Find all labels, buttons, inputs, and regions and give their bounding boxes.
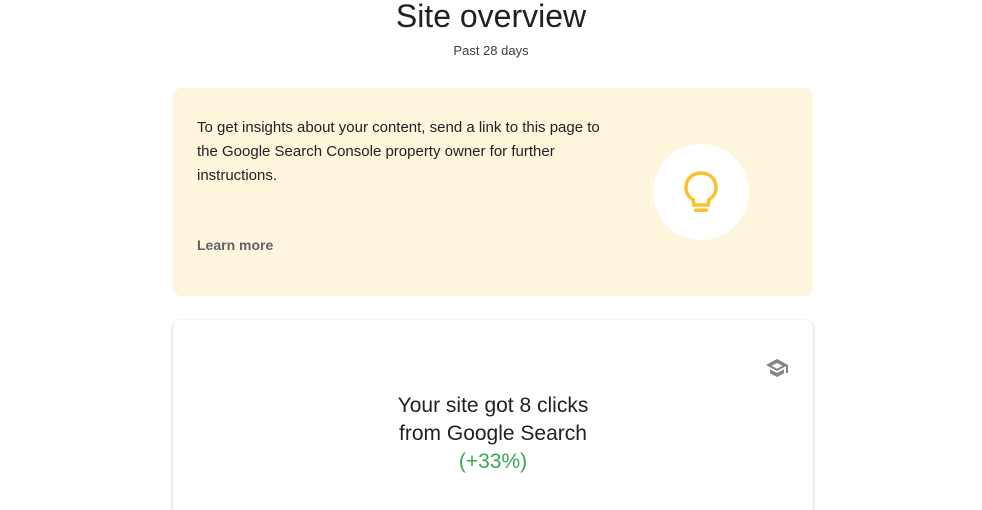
page-title: Site overview — [395, 0, 587, 34]
clicks-line-1: Your site got 8 clicks — [397, 394, 589, 417]
clicks-summary: Your site got 8 clicks from Google Searc… — [173, 392, 813, 476]
school-cap-icon[interactable] — [765, 356, 789, 380]
site-overview-page: Site overview Past 28 days To get insigh… — [0, 0, 982, 510]
clicks-change-percent: (+33%) — [458, 450, 528, 473]
date-range-label: Past 28 days — [453, 43, 529, 58]
learn-more-link[interactable]: Learn more — [197, 235, 273, 255]
clicks-card: Your site got 8 clicks from Google Searc… — [173, 320, 813, 510]
clicks-line-2: from Google Search — [399, 422, 587, 445]
insight-message: To get insights about your content, send… — [197, 119, 600, 184]
lightbulb-badge — [653, 144, 749, 240]
insight-card: To get insights about your content, send… — [173, 88, 813, 296]
lightbulb-icon — [684, 171, 718, 212]
